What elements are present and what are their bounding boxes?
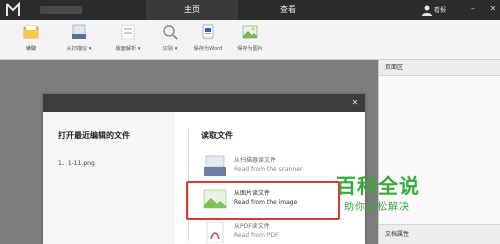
dialog-close-button[interactable]: ✕ xyxy=(350,97,360,109)
read-from-pdf-option[interactable]: 从PDF读文件 Read from PDF xyxy=(201,218,346,244)
pdf-icon xyxy=(206,221,224,243)
scanner-option-subtitle: Read from the scanner xyxy=(234,166,303,173)
read-button[interactable]: 读取 xyxy=(7,23,55,59)
right-panel: 页面区 文档属性 xyxy=(378,60,500,244)
doc-props-header: 文档属性 xyxy=(379,224,500,244)
magnify-icon xyxy=(163,25,178,40)
user-label[interactable]: 看报 xyxy=(434,5,446,14)
layout-analysis-button[interactable]: 版面解析 ▾ xyxy=(104,23,152,59)
app-logo-icon xyxy=(6,2,20,16)
recent-file-item[interactable]: 1、1-11.png xyxy=(58,158,95,167)
tab-home[interactable]: 主页 xyxy=(146,0,238,20)
scanner-option-title: 从扫描器读文件 xyxy=(234,157,277,164)
pdf-option-subtitle: Read from PDF xyxy=(234,232,279,239)
save-image-button[interactable]: 保存为图片 xyxy=(226,23,274,59)
folder-open-icon xyxy=(23,25,39,39)
title-bar: 主页 查看 看报 – ✕ xyxy=(0,0,500,20)
read-file-title: 读取文件 xyxy=(201,131,233,140)
layout-analysis-label: 版面解析 ▾ xyxy=(115,46,141,52)
close-window-button[interactable]: ✕ xyxy=(488,3,498,15)
selection-highlight xyxy=(186,181,340,220)
pdf-option-title: 从PDF读文件 xyxy=(234,223,270,230)
save-word-icon xyxy=(202,24,214,39)
open-file-dialog: ✕ 打开最近编辑的文件 1、1-11.png 读取文件 从扫描器读文件 Read… xyxy=(43,94,365,244)
window-title xyxy=(40,6,82,14)
save-word-label: 保存为Word xyxy=(193,46,223,52)
page-area-header: 页面区 xyxy=(379,60,500,76)
watermark-subtitle: 助你轻松解决 xyxy=(344,202,410,213)
save-image-icon xyxy=(242,25,258,39)
from-scanner-label: 从扫描仪 ▾ xyxy=(66,46,92,52)
minimize-button[interactable]: – xyxy=(468,3,478,15)
dialog-header: ✕ xyxy=(43,94,365,112)
tab-view[interactable]: 查看 xyxy=(238,0,338,20)
save-word-button[interactable]: 保存为Word xyxy=(184,23,232,59)
from-scanner-button[interactable]: 从扫描仪 ▾ xyxy=(55,23,103,59)
layout-icon xyxy=(121,24,135,40)
user-icon[interactable] xyxy=(421,4,433,16)
read-label: 读取 xyxy=(25,46,37,52)
watermark-title: 百科全说 xyxy=(336,174,420,198)
save-image-label: 保存为图片 xyxy=(237,46,263,52)
read-from-scanner-option[interactable]: 从扫描器读文件 Read from the scanner xyxy=(201,152,346,182)
recent-title: 打开最近编辑的文件 xyxy=(58,131,130,140)
toolbar: 读取 从扫描仪 ▾ 版面解析 ▾ 识别 ▾ 保存为Word 保存为图片 xyxy=(0,20,500,60)
scanner-icon xyxy=(204,155,226,176)
scanner-icon xyxy=(72,24,86,39)
